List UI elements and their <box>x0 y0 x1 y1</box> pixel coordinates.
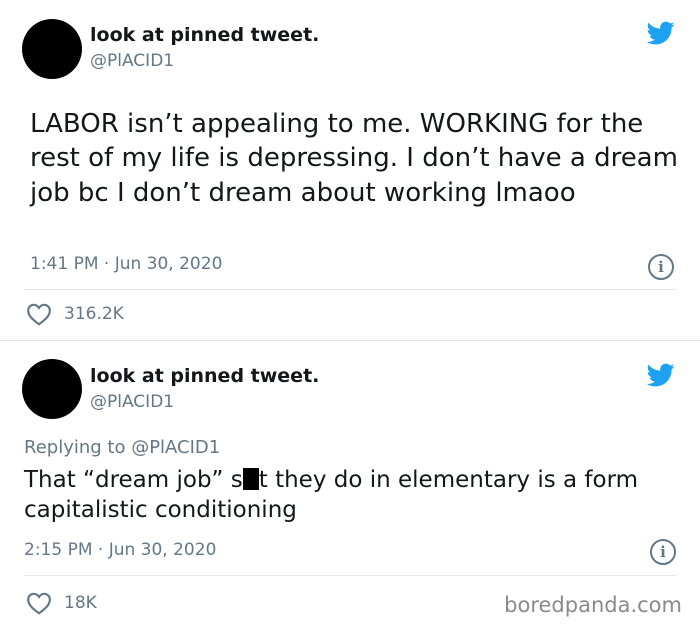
display-name[interactable]: look at pinned tweet. <box>90 365 319 387</box>
like-count: 316.2K <box>64 304 124 324</box>
replying-to[interactable]: Replying to @PlACID1 <box>24 437 220 458</box>
info-icon[interactable]: i <box>648 254 674 280</box>
user-handle[interactable]: @PlACID1 <box>90 392 174 412</box>
avatar[interactable] <box>22 19 82 79</box>
heart-icon[interactable] <box>26 591 52 615</box>
like-count: 18K <box>64 593 97 613</box>
tweet-card: look at pinned tweet. @PlACID1 LABOR isn… <box>0 0 700 341</box>
divider <box>24 575 676 576</box>
tweet-timestamp[interactable]: 1:41 PM · Jun 30, 2020 <box>30 254 222 274</box>
user-handle[interactable]: @PlACID1 <box>90 51 174 71</box>
tweet-text: That “dream job” st they do in elementar… <box>24 465 664 526</box>
twitter-bird-icon[interactable] <box>645 19 677 47</box>
tweet-text-part: That “dream job” s <box>24 467 243 493</box>
display-name[interactable]: look at pinned tweet. <box>90 24 319 46</box>
heart-icon[interactable] <box>26 302 52 326</box>
watermark: boredpanda.com <box>504 593 682 617</box>
divider <box>24 289 676 290</box>
censor-block <box>242 468 259 490</box>
tweet-card: look at pinned tweet. @PlACID1 Replying … <box>0 341 700 629</box>
tweet-timestamp[interactable]: 2:15 PM · Jun 30, 2020 <box>24 540 216 560</box>
avatar[interactable] <box>22 359 82 419</box>
twitter-bird-icon[interactable] <box>645 361 677 389</box>
tweet-text: LABOR isn’t appealing to me. WORKING for… <box>30 109 678 208</box>
info-icon[interactable]: i <box>650 539 676 565</box>
